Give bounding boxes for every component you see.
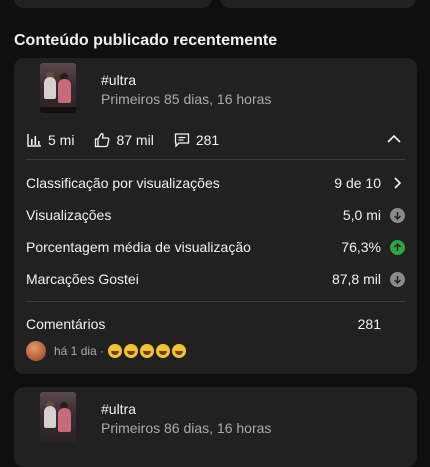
metric-row-views[interactable]: Visualizações 5,0 mi bbox=[26, 204, 405, 226]
stats-row: 5 mi 87 mil 281 bbox=[26, 130, 239, 150]
metric-row-avg-view[interactable]: Porcentagem média de visualização 76,3% bbox=[26, 236, 405, 258]
metric-value: 87,8 mil bbox=[331, 271, 381, 287]
metric-row-rank[interactable]: Classificação por visualizações 9 de 10 bbox=[26, 172, 405, 194]
avatar bbox=[26, 341, 46, 361]
metric-value: 76,3% bbox=[341, 239, 381, 255]
laughing-emoji-icon bbox=[140, 344, 155, 358]
views-count: 5 mi bbox=[48, 132, 75, 148]
metric-label: Marcações Gostei bbox=[26, 271, 139, 287]
likes-stat: 87 mil bbox=[94, 132, 154, 148]
divider bbox=[26, 159, 405, 160]
divider bbox=[26, 301, 405, 302]
metric-value: 5,0 mi bbox=[342, 207, 381, 223]
video-title[interactable]: #ultra bbox=[101, 401, 136, 417]
arrow-up-circle-icon bbox=[389, 239, 405, 255]
thumbs-up-icon bbox=[95, 132, 110, 148]
comments-row[interactable]: Comentários 281 bbox=[26, 316, 405, 332]
metric-value: 9 de 10 bbox=[334, 175, 381, 191]
chevron-right-icon bbox=[389, 175, 405, 191]
metric-label: Visualizações bbox=[26, 207, 112, 223]
laughing-emoji-icon bbox=[156, 344, 171, 358]
metric-label: Porcentagem média de visualização bbox=[26, 239, 251, 255]
comment-icon bbox=[174, 133, 189, 148]
comments-count: 281 bbox=[195, 132, 220, 148]
comments-total: 281 bbox=[357, 316, 381, 332]
comment-time: há 1 dia · bbox=[54, 344, 105, 358]
laughing-emoji-icon bbox=[124, 344, 139, 358]
video-card: #ultra Primeiros 85 dias, 16 horas 5 mi … bbox=[14, 58, 417, 374]
bar-chart-icon bbox=[27, 134, 41, 147]
metric-row-likes[interactable]: Marcações Gostei 87,8 mil bbox=[26, 268, 405, 290]
video-thumbnail[interactable] bbox=[40, 63, 76, 113]
laughing-emoji-icon bbox=[172, 344, 187, 358]
video-thumbnail[interactable] bbox=[40, 392, 76, 442]
video-period: Primeiros 86 dias, 16 horas bbox=[101, 420, 272, 436]
chevron-up-icon[interactable] bbox=[387, 134, 401, 144]
comments-label: Comentários bbox=[26, 316, 106, 332]
comments-stat: 281 bbox=[174, 132, 219, 148]
comment-preview[interactable]: há 1 dia · bbox=[26, 341, 188, 361]
likes-count: 87 mil bbox=[116, 132, 154, 148]
video-title[interactable]: #ultra bbox=[101, 72, 136, 88]
video-card: #ultra Primeiros 86 dias, 16 horas bbox=[14, 387, 417, 467]
laughing-emoji-icon bbox=[108, 344, 123, 358]
section-title: Conteúdo publicado recentemente bbox=[14, 32, 278, 49]
previous-card-right[interactable] bbox=[220, 0, 416, 8]
arrow-down-circle-icon bbox=[389, 271, 405, 287]
metric-label: Classificação por visualizações bbox=[26, 175, 220, 191]
video-period: Primeiros 85 dias, 16 horas bbox=[101, 91, 272, 107]
previous-card-left[interactable] bbox=[14, 0, 212, 8]
views-stat: 5 mi bbox=[26, 132, 74, 148]
arrow-down-circle-icon bbox=[389, 207, 405, 223]
